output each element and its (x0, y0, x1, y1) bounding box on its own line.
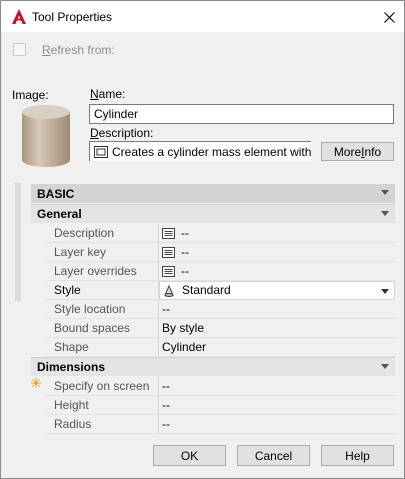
property-row-height[interactable]: Height -- (47, 396, 395, 415)
property-name: Specify on screen (47, 377, 159, 396)
chevron-down-icon (381, 364, 389, 369)
cancel-button[interactable]: Cancel (237, 445, 310, 466)
style-dropdown-value: Standard (182, 283, 231, 297)
name-input[interactable] (89, 104, 394, 124)
basic-category-label: BASIC (37, 186, 75, 201)
property-name: Bound spaces (47, 319, 159, 338)
ok-button[interactable]: OK (153, 445, 226, 466)
property-value-text: -- (181, 225, 189, 240)
general-section-header[interactable]: General (31, 204, 395, 223)
description-editor-icon (94, 145, 108, 158)
tool-properties-dialog: Tool Properties Refresh from: Image: Nam… (0, 0, 405, 479)
property-value: -- (159, 300, 395, 319)
description-label: Description: (90, 126, 154, 140)
property-row-bound-spaces[interactable]: Bound spaces By style (47, 319, 395, 338)
property-row-shape[interactable]: Shape Cylinder (47, 338, 395, 357)
property-row-description[interactable]: Description -- (47, 224, 395, 243)
property-row-layer-key[interactable]: Layer key -- (47, 243, 395, 262)
description-field[interactable]: Creates a cylinder mass element with (89, 141, 311, 161)
chevron-down-icon (381, 289, 389, 294)
name-label: Name: (90, 87, 126, 101)
property-value[interactable]: -- (159, 396, 395, 415)
property-row-specify-on-screen[interactable]: Specify on screen -- (47, 377, 395, 396)
property-value[interactable]: -- (159, 262, 395, 281)
property-value[interactable]: By style (159, 319, 395, 338)
property-value[interactable]: -- (159, 415, 395, 434)
general-section-label: General (37, 207, 82, 221)
window-title: Tool Properties (32, 10, 113, 24)
chevron-down-icon (381, 190, 389, 195)
property-row-style-location: Style location -- (47, 300, 395, 319)
refresh-from-label: Refresh from: (42, 43, 115, 57)
property-name: Style (47, 281, 159, 300)
property-row-radius[interactable]: Radius -- (47, 415, 395, 434)
more-info-button[interactable]: More Info (321, 142, 394, 161)
title-bar: Tool Properties (1, 1, 404, 32)
chevron-down-icon (381, 211, 389, 216)
property-value[interactable]: -- (159, 243, 395, 262)
property-name: Description (47, 224, 159, 243)
list-icon (162, 265, 175, 277)
property-value[interactable]: Cylinder (159, 338, 395, 357)
sun-icon (31, 378, 41, 388)
basic-collapse-strip[interactable] (15, 183, 21, 301)
dimensions-section-header[interactable]: Dimensions (31, 357, 395, 376)
property-value[interactable]: -- (159, 377, 395, 396)
basic-category-header[interactable]: BASIC (31, 184, 395, 203)
property-row-style[interactable]: Style Standard (47, 281, 395, 300)
property-name: Layer overrides (47, 262, 159, 281)
property-name: Layer key (47, 243, 159, 262)
list-icon (162, 246, 175, 258)
help-button[interactable]: Help (321, 445, 394, 466)
style-icon (164, 284, 174, 297)
property-value-text: -- (181, 263, 189, 278)
property-name: Shape (47, 338, 159, 357)
close-button[interactable] (377, 6, 401, 28)
autocad-logo-icon (12, 9, 26, 24)
style-dropdown[interactable]: Standard (159, 281, 395, 300)
list-icon (162, 227, 175, 239)
property-row-layer-overrides[interactable]: Layer overrides -- (47, 262, 395, 281)
properties-panel: BASIC General Description -- Layer key -… (31, 184, 395, 434)
property-name: Height (47, 396, 159, 415)
property-value-text: -- (181, 244, 189, 259)
property-value[interactable]: -- (159, 224, 395, 243)
property-name: Radius (47, 415, 159, 434)
close-icon (383, 11, 395, 23)
property-name: Style location (47, 300, 159, 319)
refresh-from-checkbox[interactable] (13, 43, 26, 56)
description-text: Creates a cylinder mass element with (112, 144, 311, 159)
dimensions-section-label: Dimensions (37, 360, 106, 374)
image-label: Image: (12, 88, 49, 102)
cylinder-preview-image (22, 105, 70, 167)
